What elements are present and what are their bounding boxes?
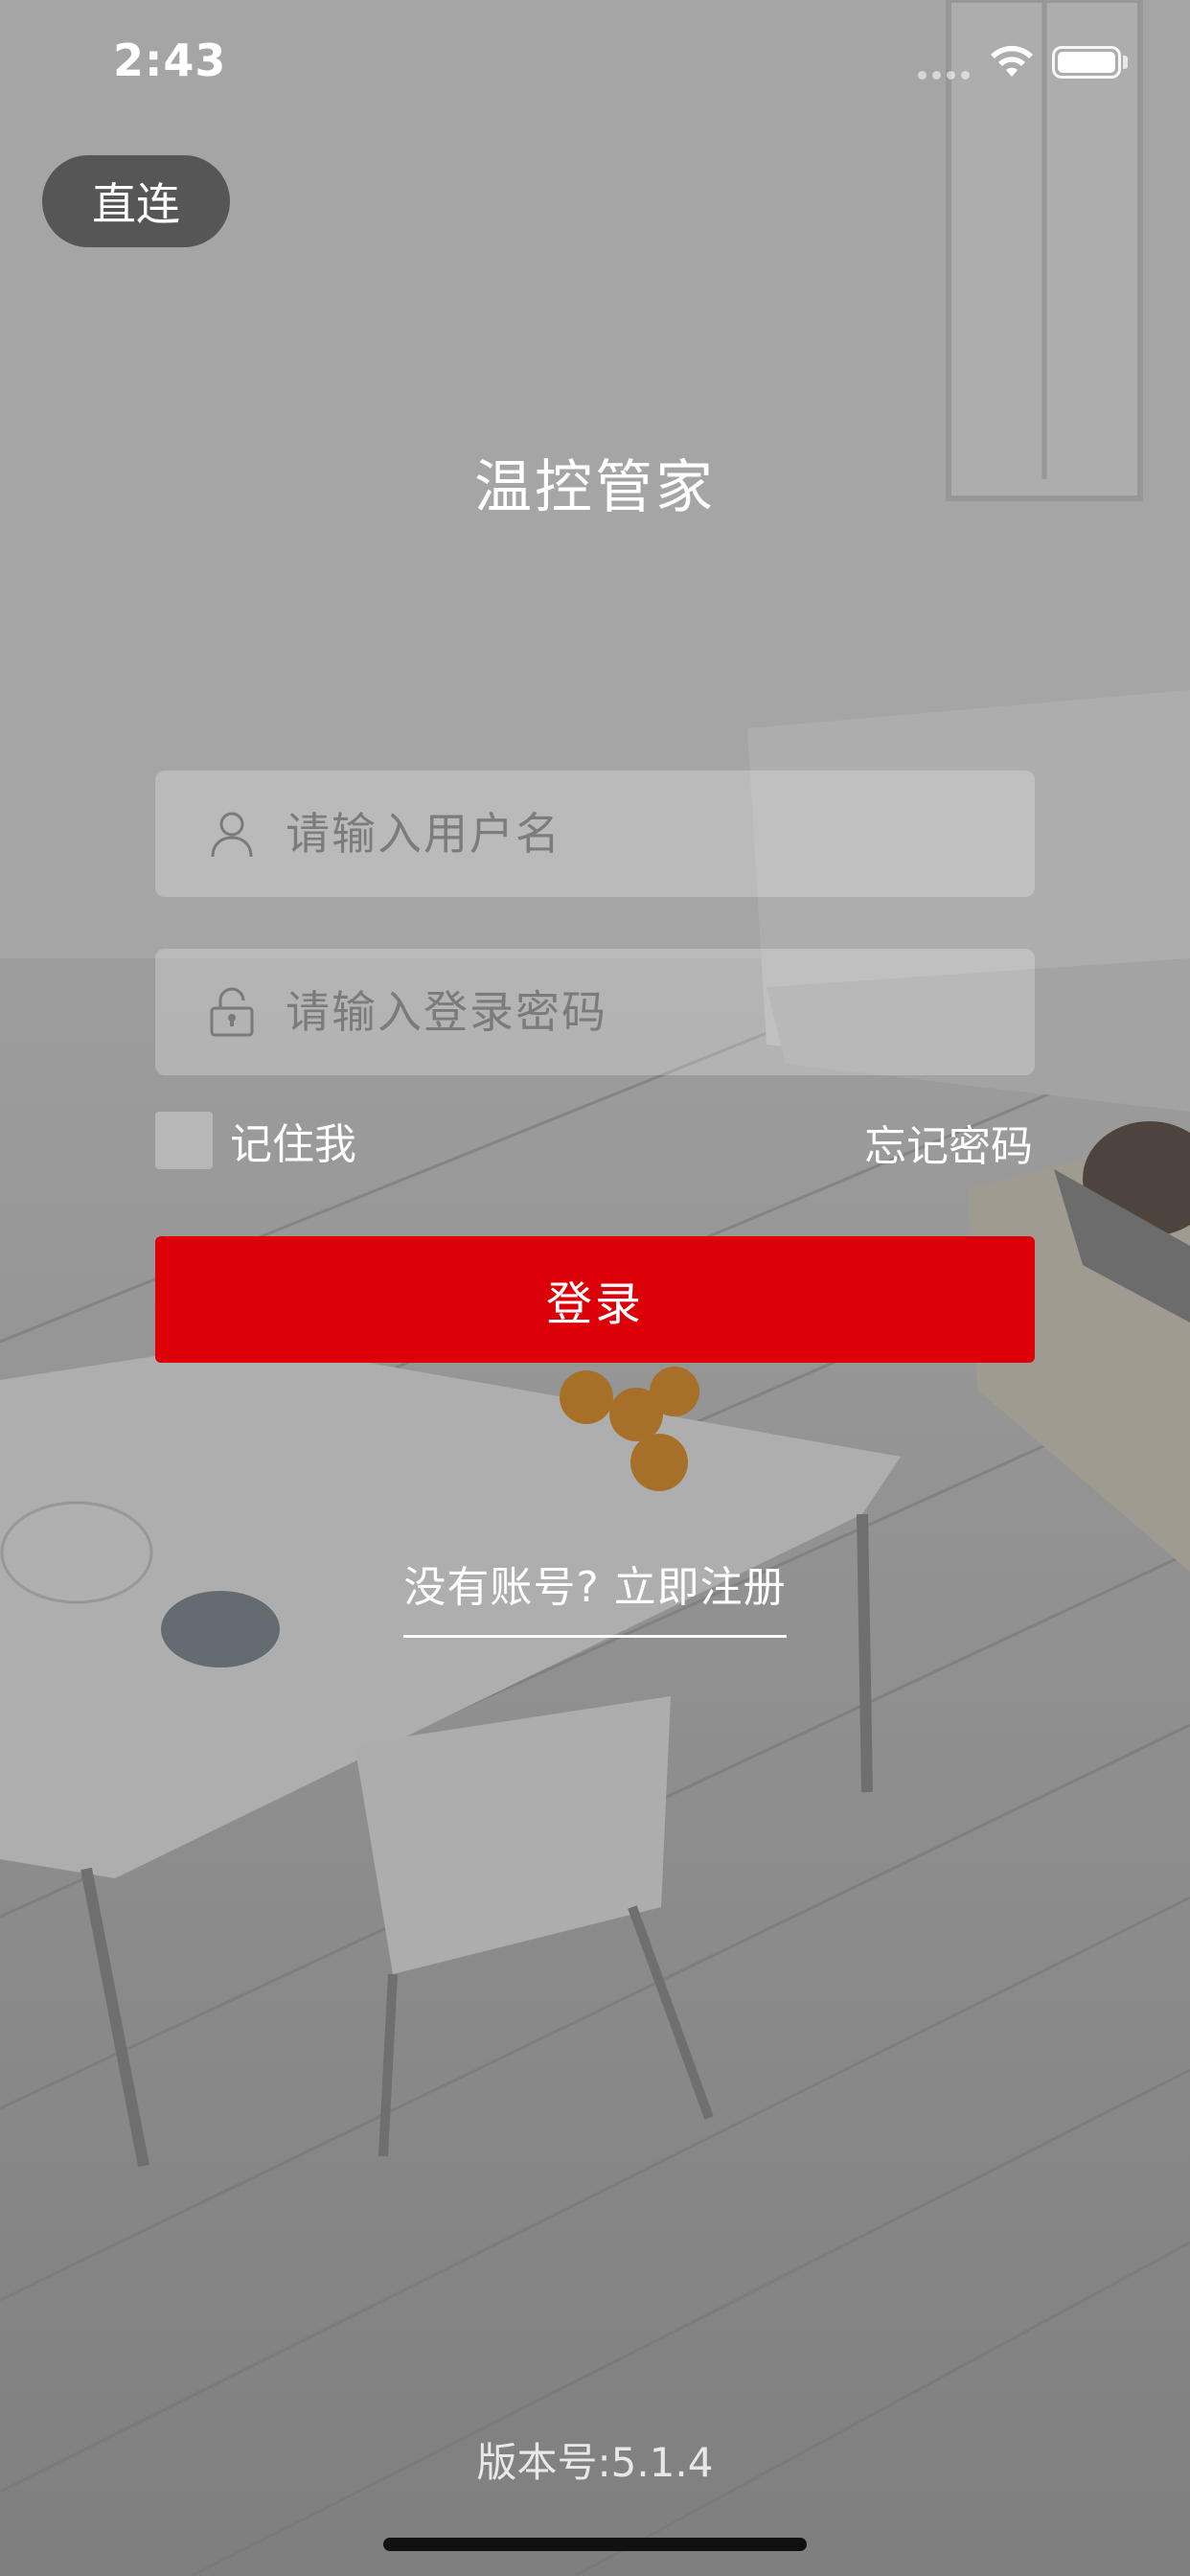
user-icon [211, 812, 253, 858]
cellular-signal-icon [918, 71, 970, 80]
battery-tip [1123, 56, 1128, 69]
status-time: 2:43 [113, 34, 227, 86]
remember-me[interactable]: 记住我 [155, 1110, 356, 1171]
status-bar: 2:43 [0, 0, 1190, 126]
wifi-icon [991, 45, 1033, 77]
register-link[interactable]: 没有账号? 立即注册 [403, 1552, 787, 1638]
login-button[interactable]: 登录 [155, 1236, 1035, 1363]
battery-icon [1052, 46, 1121, 79]
username-input[interactable] [284, 807, 1035, 861]
home-indicator[interactable] [383, 2538, 807, 2551]
password-input[interactable] [284, 985, 1035, 1039]
forgot-password-link[interactable]: 忘记密码 [864, 1112, 1033, 1173]
direct-connect-button[interactable]: 直连 [42, 155, 230, 247]
register-area: 没有账号? 立即注册 [0, 1552, 1190, 1638]
version-label: 版本号:5.1.4 [476, 2439, 714, 2486]
username-field[interactable] [155, 770, 1035, 897]
remember-label: 记住我 [230, 1120, 356, 1169]
remember-checkbox[interactable] [155, 1112, 213, 1169]
app-title: 温控管家 [474, 454, 716, 521]
lock-icon [210, 987, 254, 1037]
password-field[interactable] [155, 949, 1035, 1075]
